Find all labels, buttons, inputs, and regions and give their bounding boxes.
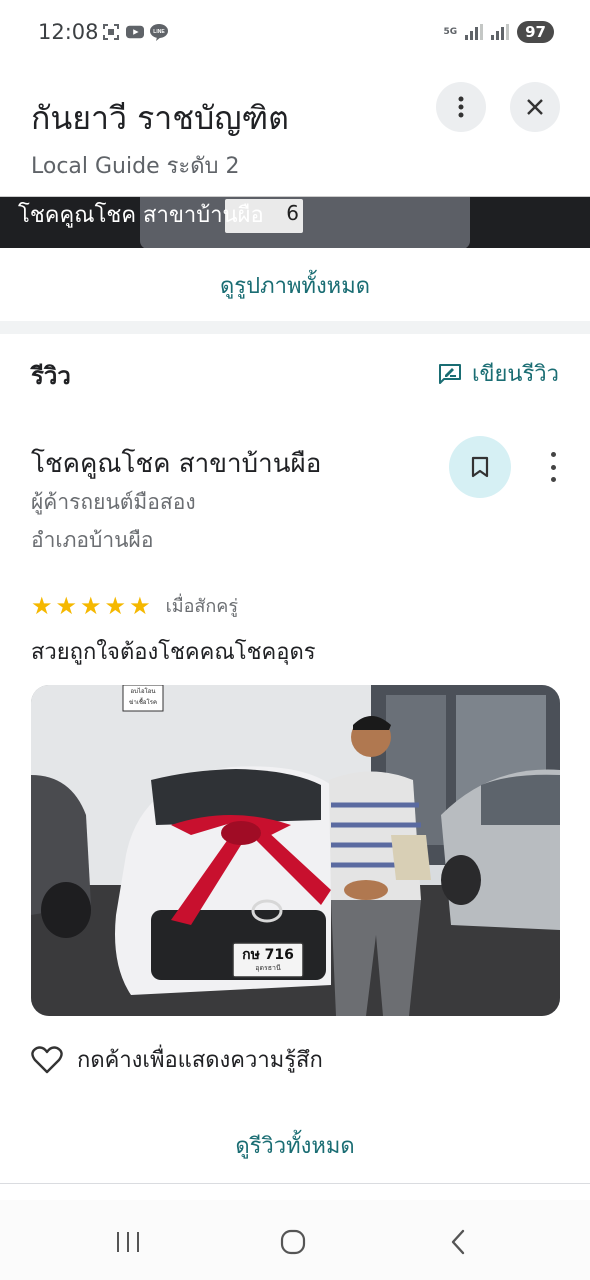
star-icon: ★ [80,591,102,620]
svg-text:LINE: LINE [153,29,165,35]
sign-text: อบไอโอน ฆ่าเชื้อโรค [128,688,157,706]
youtube-icon [126,25,144,39]
profile-level: Local Guide ระดับ 2 [31,154,240,179]
star-icon: ★ [31,591,53,620]
status-bar: 12:08 LINE 5G 97 [0,0,590,66]
system-nav-bar [0,1200,590,1280]
star-icon: ★ [129,591,151,620]
write-review-button[interactable]: เขียนรีวิว [438,356,559,391]
signal-1-icon [465,24,484,40]
more-options-button[interactable] [436,82,486,132]
network-type: 5G [443,26,458,37]
star-icon: ★ [104,591,127,620]
review-text: สวยถูกใจต้องโชคคณโชคอุดร [31,640,316,665]
close-button[interactable] [510,82,560,132]
back-button[interactable] [428,1220,488,1264]
view-all-reviews-link[interactable]: ดูรีวิวทั้งหมด [0,1128,590,1163]
save-place-button[interactable] [449,436,511,498]
reaction-label: กดค้างเพื่อแสดงความรู้สึก [77,1048,323,1073]
reaction-row[interactable]: กดค้างเพื่อแสดงความรู้สึก [31,1042,323,1077]
rate-review-icon [438,363,461,384]
status-right: 5G 97 [443,21,554,43]
review-photo[interactable]: กษ 716 อุดรธานี อบไอโอน ฆ่าเชื้อโรค [31,685,560,1016]
photo-caption: โชคคูณโชค สาขาบ้านผือ [18,203,264,228]
close-icon [527,99,543,115]
reviews-heading: รีวิว [31,362,71,390]
recents-icon [117,1232,139,1252]
home-icon [280,1229,306,1255]
profile-name: กันยาวี ราชบัญฑิต [31,99,289,137]
place-category: ผู้ค้ารถยนต์มือสอง [31,490,196,514]
divider [0,1183,590,1184]
plate-digit: 6 [286,201,299,225]
recents-button[interactable] [98,1220,158,1264]
signal-2-icon [491,24,510,40]
status-time: 12:08 [38,20,99,44]
view-all-photos-link[interactable]: ดูรูปภาพทั้งหมด [0,250,590,320]
rating-row: ★ ★ ★ ★ ★ เมื่อสักครู่ [31,591,238,620]
screenshot-icon [103,24,119,40]
star-icon: ★ [55,591,78,620]
photo-strip[interactable]: 6 โชคคูณโชค สาขาบ้านผือ [0,196,590,248]
plate-region: อุดรธานี [255,964,281,972]
battery-indicator: 97 [517,21,554,43]
notification-icons: LINE [102,23,168,41]
write-review-label: เขียนรีวิว [471,362,559,387]
back-icon [451,1229,465,1255]
review-time: เมื่อสักครู่ [165,596,238,617]
line-icon: LINE [150,24,168,41]
home-button[interactable] [263,1220,323,1264]
heart-icon [31,1045,63,1073]
bookmark-icon [471,456,489,478]
review-options-button[interactable] [540,452,566,482]
place-name[interactable]: โชคคูณโชค สาขาบ้านผือ [31,443,321,484]
section-divider [0,321,590,334]
place-location: อำเภอบ้านผือ [31,528,154,552]
more-vert-icon [458,96,464,118]
